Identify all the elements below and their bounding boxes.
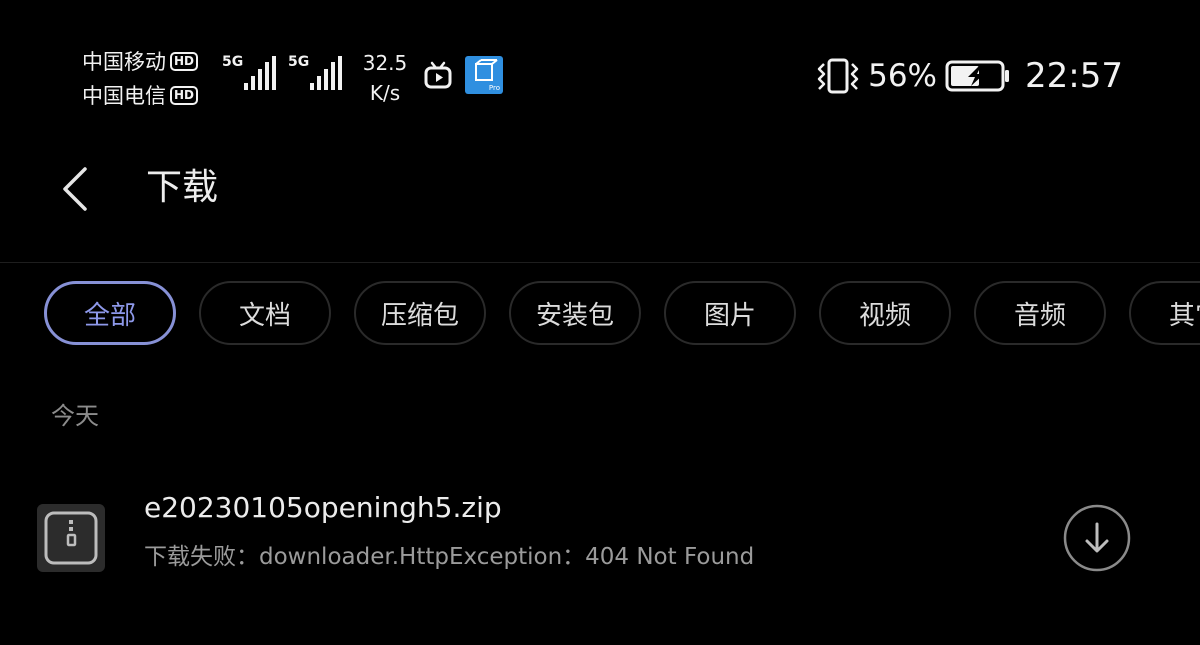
- filter-chip-label: 其它: [1169, 300, 1200, 331]
- signal-1-type: 5G: [222, 54, 244, 70]
- network-speed-unit: K/s: [369, 81, 401, 105]
- download-button[interactable]: [1063, 504, 1131, 572]
- carrier-2-name: 中国电信: [82, 84, 166, 108]
- network-speed-value: 32.5: [362, 51, 408, 75]
- clock: 22:57: [1025, 56, 1123, 96]
- signal-2-type: 5G: [288, 54, 310, 70]
- filter-chip-documents[interactable]: 文档: [199, 281, 331, 345]
- pro-label-icon: Pro: [488, 84, 500, 92]
- carrier-1-name: 中国移动: [82, 50, 166, 74]
- filter-chip-other[interactable]: 其它: [1129, 281, 1200, 345]
- filter-chip-label: 文档: [238, 300, 291, 331]
- vpn-pro-app-icon: Pro: [465, 56, 503, 94]
- filter-chip-images[interactable]: 图片: [664, 281, 796, 345]
- back-button[interactable]: [50, 160, 100, 218]
- zip-file-icon: [37, 504, 105, 572]
- filter-chip-packages[interactable]: 安装包: [509, 281, 641, 345]
- section-label-today: 今天: [51, 402, 99, 430]
- filter-chip-videos[interactable]: 视频: [819, 281, 951, 345]
- battery-charging-icon: [945, 60, 1010, 92]
- signal-bars-icon: [244, 56, 276, 90]
- filter-chip-label: 压缩包: [380, 300, 459, 331]
- file-status: 下载失败：downloader.HttpException：404 Not Fo…: [144, 544, 755, 570]
- network-speed: 32.5 K/s: [360, 48, 410, 108]
- filter-chip-all[interactable]: 全部: [44, 281, 176, 345]
- signal-bars-icon: [310, 56, 342, 90]
- header-divider: [0, 262, 1200, 263]
- filter-chip-archives[interactable]: 压缩包: [354, 281, 486, 345]
- download-list-item[interactable]: e20230105openingh5.zip 下载失败：downloader.H…: [0, 478, 1200, 598]
- filter-chip-label: 全部: [83, 300, 136, 331]
- back-arrow-icon: [63, 167, 87, 211]
- battery-percent: 56%: [868, 58, 938, 94]
- carrier-2: 中国电信 HD: [82, 78, 214, 112]
- carrier-2-hd-badge: HD: [170, 85, 199, 105]
- carrier-list: 中国移动 HD 中国电信 HD: [82, 44, 214, 112]
- filter-chip-label: 音频: [1013, 300, 1066, 331]
- download-arrow-icon: [1063, 504, 1131, 572]
- vibrate-icon: [817, 58, 859, 94]
- tv-app-icon: [424, 61, 452, 89]
- archive-icon: [44, 511, 98, 565]
- filter-chip-audio[interactable]: 音频: [974, 281, 1106, 345]
- carrier-1: 中国移动 HD: [82, 44, 214, 78]
- filter-chip-label: 图片: [703, 300, 756, 331]
- carrier-1-hd-badge: HD: [170, 51, 199, 71]
- filter-chip-label: 安装包: [535, 300, 614, 331]
- filter-chip-label: 视频: [858, 300, 911, 331]
- page-title: 下载: [146, 167, 219, 208]
- filter-chips: 全部 文档 压缩包 安装包 图片 视频 音频 其它: [44, 281, 1200, 345]
- file-name: e20230105openingh5.zip: [144, 491, 502, 524]
- right-status: 56% 22:57: [816, 56, 1123, 96]
